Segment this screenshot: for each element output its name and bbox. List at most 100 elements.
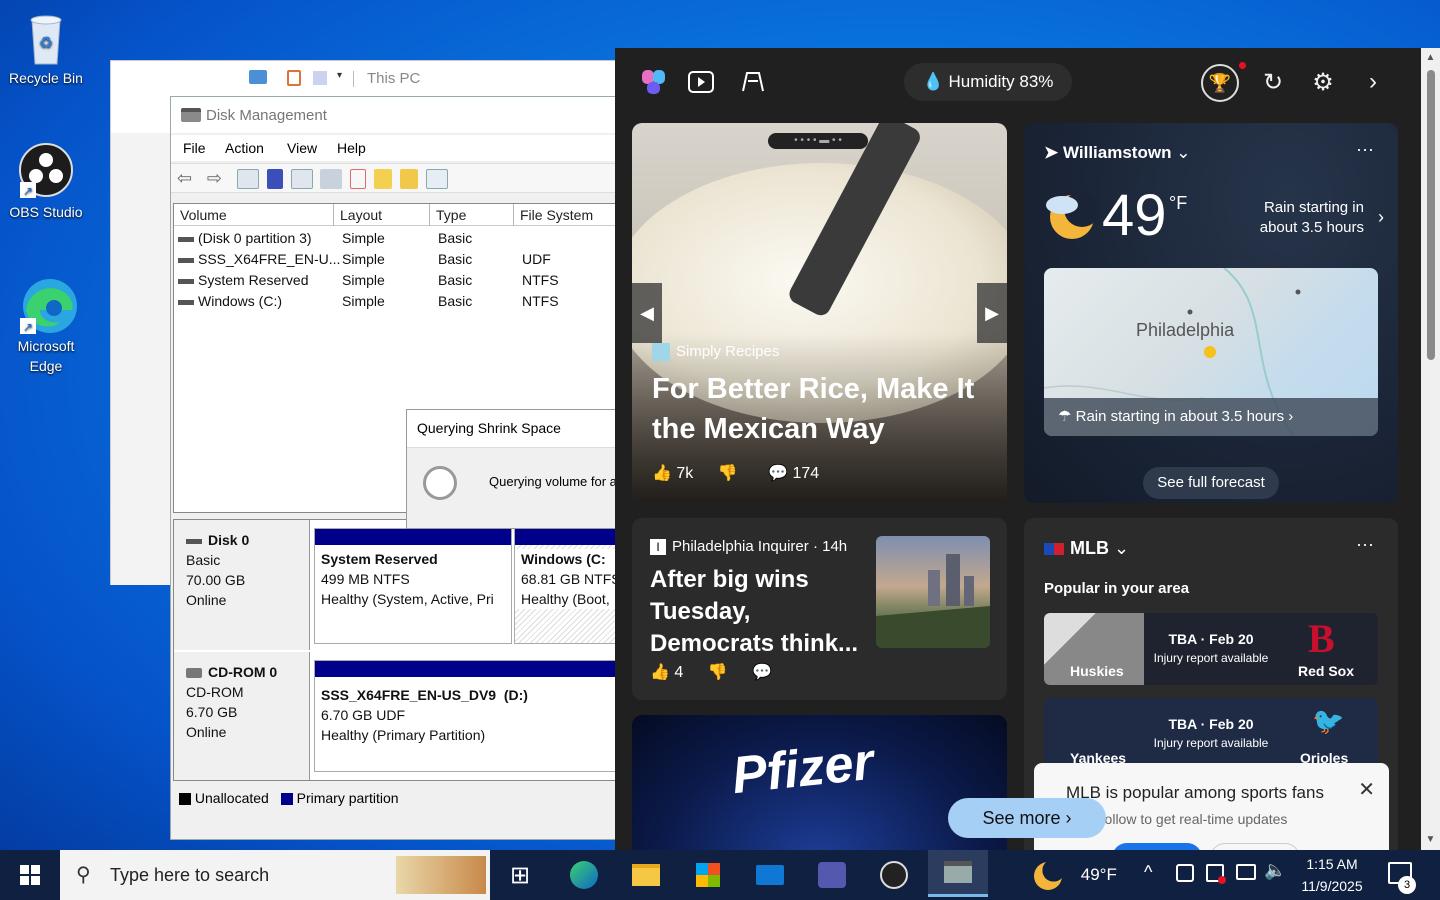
tray-volume-icon[interactable]: 🔈 [1264,860,1286,881]
hero-title[interactable]: For Better Rice, Make It the Mexican Way [652,369,992,449]
desktop-icon-obs[interactable]: ↗ OBS Studio [4,142,88,222]
settings-gear-icon[interactable]: ⚙ [1305,64,1341,100]
game-row[interactable]: TBA · Feb 20 Injury report available 🐦 Y… [1044,698,1378,770]
tray-chevron-up-icon[interactable]: ^ [1144,862,1152,883]
dislike-icon[interactable]: 👎 [708,664,728,681]
console-icon[interactable] [426,169,449,189]
obs-taskbar-icon[interactable] [870,853,918,897]
game-row[interactable]: Huskies TBA · Feb 20 Injury report avail… [1044,613,1378,685]
scroll-down-arrow-icon[interactable]: ▼ [1421,830,1440,850]
partition-cdrom-d[interactable]: SSS_X64FRE_EN-US_DV9 (D:) 6.70 GB UDF He… [314,660,632,772]
properties-icon[interactable] [287,70,301,86]
rewards-trophy-icon[interactable]: 🏆 [1201,64,1239,102]
table-row[interactable]: System Reserved Simple Basic NTFS [178,270,628,291]
connect-icon[interactable] [320,169,343,189]
dislike-icon[interactable]: 👎 [718,465,738,482]
menu-action[interactable]: Action [225,140,264,156]
scroll-thumb[interactable] [1426,70,1435,360]
menu-help[interactable]: Help [337,140,366,156]
news-source[interactable]: I Philadelphia Inquirer · 14h [650,538,847,556]
disk-management-window[interactable]: Disk Management File Action View Help ⇦ … [170,96,632,840]
folder-search-icon[interactable] [400,169,419,189]
comment-icon[interactable]: 💬 [768,465,788,482]
table-row[interactable]: SSS_X64FRE_EN-U... Simple Basic UDF [178,249,628,270]
like-icon[interactable]: 👍 [650,664,670,681]
tray-meet-icon[interactable] [1176,864,1194,882]
map-caption-text: Rain starting in about 3.5 hours [1075,408,1285,425]
partition-system-reserved[interactable]: System Reserved 499 MB NTFS Healthy (Sys… [314,528,512,644]
more-options-icon[interactable]: ··· [1356,139,1374,160]
toast-dismiss-button[interactable] [1210,843,1300,850]
tray-network-icon[interactable] [1236,864,1256,880]
toast-subtitle: Follow to get real-time updates [1096,811,1288,827]
task-view-icon[interactable]: ⊞ [496,853,544,897]
column-volume[interactable]: Volume [174,204,334,226]
properties-view-icon[interactable] [290,169,313,189]
see-full-forecast-button[interactable]: See full forecast [1143,467,1279,499]
check-icon[interactable] [350,169,367,189]
svg-text:↗: ↗ [23,320,33,334]
refresh-icon[interactable]: ↻ [1255,64,1291,100]
games-icon[interactable] [735,64,771,100]
like-icon[interactable]: 👍 [652,465,672,482]
news-title[interactable]: After big wins Tuesday, Democrats think.… [650,564,864,660]
widgets-logo[interactable] [639,66,671,98]
weather-card[interactable]: ➤ Williamstown ⌄ ··· 49 °F Rain starting… [1024,123,1398,503]
weather-taskbar[interactable]: 49°F [1034,856,1117,896]
hero-source[interactable]: Simply Recipes [652,343,779,362]
back-arrow-icon[interactable]: ⇦ [177,169,199,189]
partition-size: 68.81 GB NTFS [521,571,621,587]
menu-file[interactable]: File [183,140,206,156]
mail-icon[interactable] [746,853,794,897]
hero-card[interactable]: • • • • ▬ • • ◀ ▶ Simply Recipes For Bet… [632,123,1007,503]
legend-unallocated: Unallocated [194,790,269,806]
news-image[interactable] [876,536,990,648]
map-caption[interactable]: ☂ Rain starting in about 3.5 hours › [1044,398,1378,436]
show-hide-console-icon[interactable] [236,169,259,189]
more-options-icon[interactable]: ··· [1356,534,1374,555]
clock[interactable]: 1:15 AM 11/9/2025 [1292,853,1372,897]
scroll-up-arrow-icon[interactable]: ▲ [1421,48,1440,68]
forward-arrow-icon[interactable]: ⇨ [207,169,229,189]
chevron-right-icon[interactable]: › [1378,207,1384,228]
toast-follow-button[interactable] [1112,843,1202,850]
disk-management-taskbar-icon[interactable] [928,850,988,897]
cdrom-0-info[interactable]: CD-ROM 0 CD-ROM 6.70 GB Online [174,652,310,780]
file-explorer-icon[interactable] [622,853,670,897]
see-more-button[interactable]: See more › [948,798,1106,838]
disk-0-info[interactable]: Disk 0 Basic 70.00 GB Online [174,520,310,650]
desktop-icon-recycle-bin[interactable]: ♻ Recycle Bin [4,8,88,88]
panel-scrollbar[interactable]: ▲ ▼ [1421,48,1440,850]
chevron-down-icon[interactable]: ▾ [337,70,342,81]
volume-type: Basic [438,230,473,246]
rain-forecast[interactable]: Rain starting in about 3.5 hours [1246,198,1364,238]
location[interactable]: ➤ Williamstown ⌄ [1044,143,1190,163]
video-icon[interactable] [683,64,719,100]
column-layout[interactable]: Layout [334,204,430,226]
start-button[interactable] [0,850,60,900]
edge-taskbar-icon[interactable] [560,853,608,897]
table-row[interactable]: (Disk 0 partition 3) Simple Basic [178,228,628,249]
news-card[interactable]: I Philadelphia Inquirer · 14h After big w… [632,518,1007,700]
shrink-dialog[interactable]: Querying Shrink Space Querying volume fo… [406,409,631,529]
menu-view[interactable]: View [287,140,317,156]
humidity-pill[interactable]: 💧 Humidity 83% [904,63,1072,101]
widgets-panel[interactable]: 💧 Humidity 83% 🏆 ↻ ⚙ › • • • • ▬ • • ◀ ▶… [615,48,1421,850]
desktop-icon-edge[interactable]: ↗ Microsoft Edge [4,276,88,376]
table-row[interactable]: Windows (C:) Simple Basic NTFS [178,291,628,312]
new-folder-icon[interactable] [313,71,327,85]
pfizer-card[interactable]: Pfizer [632,715,1007,850]
comment-icon[interactable]: 💬 [752,664,772,681]
carousel-dots[interactable]: • • • • ▬ • • [768,133,868,149]
help-icon[interactable] [266,169,283,189]
teams-icon[interactable] [808,853,856,897]
tray-security-icon[interactable] [1206,864,1226,884]
weather-map[interactable]: Philadelphia ☂ Rain starting in about 3.… [1044,268,1378,436]
store-icon[interactable] [684,853,732,897]
chevron-right-icon[interactable]: › [1355,64,1391,100]
toast-close-icon[interactable]: ✕ [1358,777,1375,802]
column-type[interactable]: Type [430,204,514,226]
mlb-header[interactable]: MLB ⌄ [1044,538,1129,559]
folder-up-icon[interactable] [374,169,393,189]
search-box[interactable]: ⚲ Type here to search [60,850,490,900]
